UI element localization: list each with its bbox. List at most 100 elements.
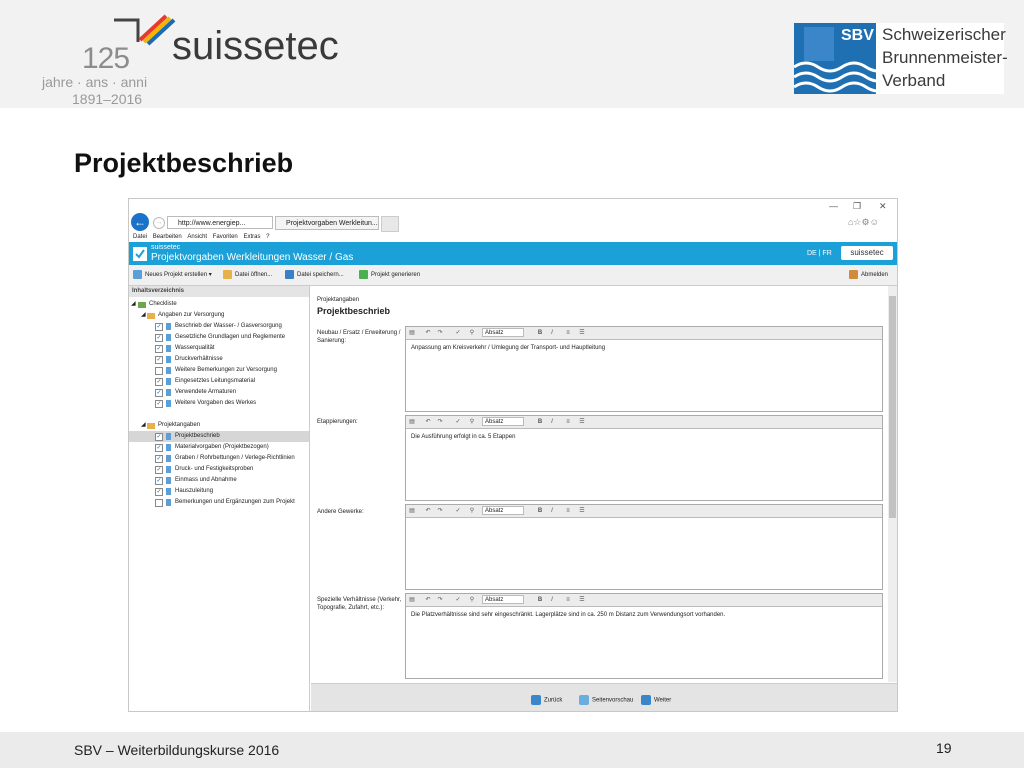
open-file-button[interactable]: Datei öffnen...	[223, 270, 272, 279]
logout-button[interactable]: Abmelden	[849, 270, 888, 279]
tree-item[interactable]: ✓ Druck- und Festigkeitsproben	[129, 464, 309, 475]
format-select[interactable]: Absatz	[482, 506, 524, 515]
tree-item-checkbox[interactable]: ✓	[155, 323, 163, 331]
find-icon[interactable]: ⚲	[468, 596, 476, 604]
back-button[interactable]: Zurück	[531, 695, 562, 705]
menu-help[interactable]: ?	[266, 234, 269, 240]
source-icon[interactable]: ▤	[408, 329, 416, 337]
source-icon[interactable]: ▤	[408, 418, 416, 426]
tree-group-versorgung[interactable]: ◢ Angaben zur Versorgung	[129, 310, 309, 321]
tree-item-checkbox[interactable]: ✓	[155, 466, 163, 474]
spellcheck-icon[interactable]: ✓	[454, 418, 462, 426]
bold-icon[interactable]: B	[536, 329, 544, 337]
tree-item[interactable]: ✓ Eingesetztes Leitungsmaterial	[129, 376, 309, 387]
tree-item-checkbox[interactable]: ✓	[155, 345, 163, 353]
undo-icon[interactable]: ↶	[424, 596, 432, 604]
redo-icon[interactable]: ↷	[436, 596, 444, 604]
numbered-list-icon[interactable]: ≡	[564, 596, 572, 604]
find-icon[interactable]: ⚲	[468, 329, 476, 337]
menu-favoriten[interactable]: Favoriten	[213, 234, 238, 240]
italic-icon[interactable]: I	[548, 596, 556, 604]
undo-icon[interactable]: ↶	[424, 329, 432, 337]
tree-item-checkbox[interactable]: ✓	[155, 444, 163, 452]
tree-item-checkbox[interactable]: ✓	[155, 356, 163, 364]
bullet-list-icon[interactable]: ☰	[578, 507, 586, 515]
rich-text-editor[interactable]: ▤ ↶ ↷ ✓ ⚲ B I ≡ ☰ Absatz	[405, 504, 883, 590]
bullet-list-icon[interactable]: ☰	[578, 329, 586, 337]
close-window-icon[interactable]: ✕	[879, 201, 887, 212]
undo-icon[interactable]: ↶	[424, 418, 432, 426]
menu-bearbeiten[interactable]: Bearbeiten	[153, 234, 182, 240]
browser-tools-icons[interactable]: ⌂☆⚙☺	[848, 217, 879, 228]
tree-item-checkbox[interactable]: ✓	[155, 477, 163, 485]
spellcheck-icon[interactable]: ✓	[454, 329, 462, 337]
tree-root-checklist[interactable]: ◢ Checkliste	[129, 299, 309, 310]
rich-text-editor[interactable]: ▤ ↶ ↷ ✓ ⚲ B I ≡ ☰ Absatz Die Platzverhältnisse sin…	[405, 593, 883, 679]
numbered-list-icon[interactable]: ≡	[564, 418, 572, 426]
tree-item[interactable]: ✓ Einmass und Abnahme	[129, 475, 309, 486]
undo-icon[interactable]: ↶	[424, 507, 432, 515]
tree-item-checkbox[interactable]: ✓	[155, 400, 163, 408]
redo-icon[interactable]: ↷	[436, 418, 444, 426]
menu-extras[interactable]: Extras	[243, 234, 260, 240]
address-bar[interactable]: http://www.energiep...	[167, 216, 273, 229]
tree-item[interactable]: ✓ Beschrieb der Wasser- / Gasversorgung	[129, 321, 309, 332]
redo-icon[interactable]: ↷	[436, 329, 444, 337]
editor-text[interactable]: Die Ausführung erfolgt in ca. 5 Etappen	[411, 434, 515, 440]
generate-project-button[interactable]: Projekt generieren	[359, 270, 420, 279]
save-file-button[interactable]: Datei speichern...	[285, 270, 344, 279]
tree-item-checkbox[interactable]: ✓	[155, 389, 163, 397]
expand-icon[interactable]: ◢	[141, 420, 146, 431]
tree-item[interactable]: ✓ Wasserqualität	[129, 343, 309, 354]
language-switch[interactable]: DE | FR	[807, 250, 832, 257]
tree-item-checkbox[interactable]: ✓	[155, 488, 163, 496]
minimize-icon[interactable]: —	[829, 201, 838, 211]
spellcheck-icon[interactable]: ✓	[454, 507, 462, 515]
format-select[interactable]: Absatz	[482, 417, 524, 426]
expand-icon[interactable]: ◢	[131, 299, 136, 310]
new-project-button[interactable]: Neues Projekt erstellen ▾	[133, 270, 212, 279]
restore-icon[interactable]: ❐	[853, 201, 861, 212]
editor-text[interactable]: Die Platzverhältnisse sind sehr eingesch…	[411, 612, 725, 618]
tree-item-checkbox[interactable]	[155, 499, 163, 507]
tree-item[interactable]: ✓ Materialvorgaben (Projektbezogen)	[129, 442, 309, 453]
bold-icon[interactable]: B	[536, 596, 544, 604]
preview-button[interactable]: Seitenvorschau	[579, 695, 633, 705]
editor-text[interactable]: Anpassung am Kreisverkehr / Umlegung der…	[411, 345, 605, 351]
tree-item[interactable]: Bemerkungen und Ergänzungen zum Projekt	[129, 497, 309, 508]
browser-tab[interactable]: Projektvorgaben Werkleitun...	[275, 216, 379, 230]
tree-item[interactable]: ✓ Druckverhältnisse	[129, 354, 309, 365]
browser-back-icon[interactable]: ←	[131, 213, 149, 231]
numbered-list-icon[interactable]: ≡	[564, 329, 572, 337]
expand-icon[interactable]: ◢	[141, 310, 146, 321]
tree-item[interactable]: Weitere Bemerkungen zur Versorgung	[129, 365, 309, 376]
tree-item-checkbox[interactable]: ✓	[155, 433, 163, 441]
tree-item[interactable]: ✓ Hauszuleitung	[129, 486, 309, 497]
tree-item-checkbox[interactable]: ✓	[155, 378, 163, 386]
italic-icon[interactable]: I	[548, 418, 556, 426]
italic-icon[interactable]: I	[548, 329, 556, 337]
find-icon[interactable]: ⚲	[468, 418, 476, 426]
tree-item[interactable]: ✓ Gesetzliche Grundlagen und Reglemente	[129, 332, 309, 343]
tree-item[interactable]: ✓ Verwendete Armaturen	[129, 387, 309, 398]
numbered-list-icon[interactable]: ≡	[564, 507, 572, 515]
spellcheck-icon[interactable]: ✓	[454, 596, 462, 604]
scrollbar-thumb[interactable]	[889, 296, 896, 518]
format-select[interactable]: Absatz	[482, 328, 524, 337]
new-tab-button[interactable]	[381, 216, 399, 232]
source-icon[interactable]: ▤	[408, 596, 416, 604]
browser-forward-icon[interactable]: →	[153, 217, 165, 229]
bold-icon[interactable]: B	[536, 418, 544, 426]
tree-item-checkbox[interactable]	[155, 367, 163, 375]
tree-group-projektangaben[interactable]: ◢ Projektangaben	[129, 420, 309, 431]
tree-item[interactable]: ✓ Graben / Rohrbettungen / Verlege-Richtl…	[129, 453, 309, 464]
tree-item[interactable]: ✓ Weitere Vorgaben des Werkes	[129, 398, 309, 409]
italic-icon[interactable]: I	[548, 507, 556, 515]
rich-text-editor[interactable]: ▤ ↶ ↷ ✓ ⚲ B I ≡ ☰ Absatz Die Ausführung erfolgt in…	[405, 415, 883, 501]
tree-item-checkbox[interactable]: ✓	[155, 334, 163, 342]
bullet-list-icon[interactable]: ☰	[578, 418, 586, 426]
bullet-list-icon[interactable]: ☰	[578, 596, 586, 604]
menu-datei[interactable]: Datei	[133, 234, 147, 240]
redo-icon[interactable]: ↷	[436, 507, 444, 515]
find-icon[interactable]: ⚲	[468, 507, 476, 515]
